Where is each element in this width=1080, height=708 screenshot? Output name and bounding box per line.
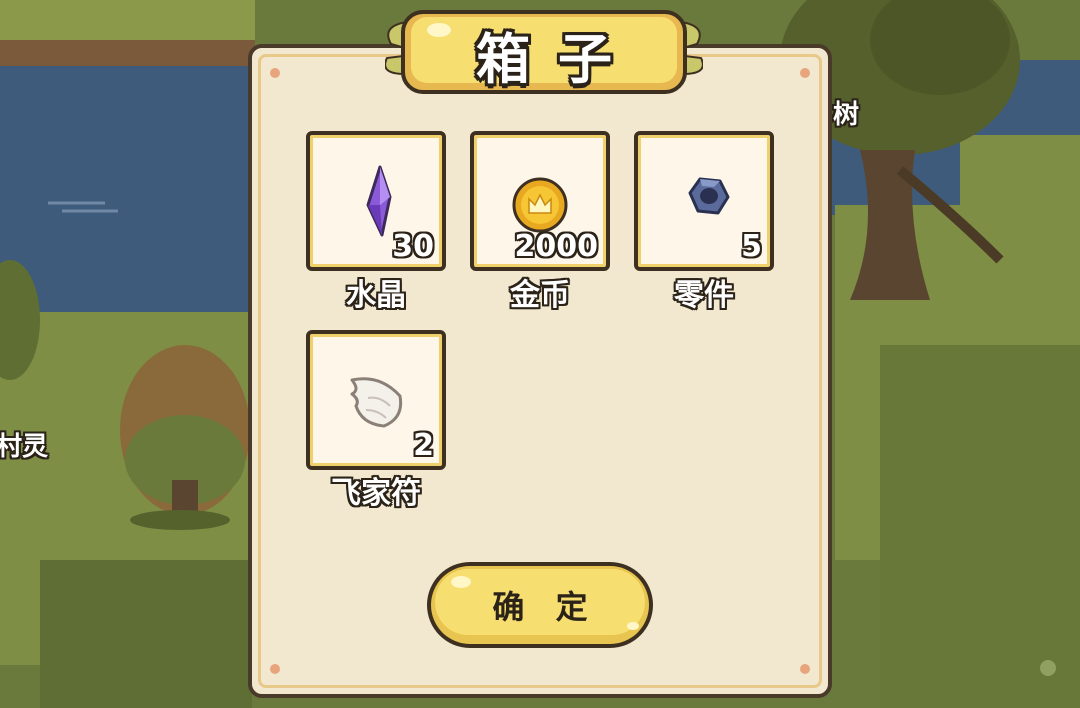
item-count: 2000 xyxy=(514,229,599,264)
confirm-button-label[interactable]: 确 定 xyxy=(425,560,655,650)
item-name: 水晶 xyxy=(346,278,406,313)
tree-name-label: 树 xyxy=(833,100,860,130)
item-name: 飞家符 xyxy=(331,476,421,511)
item-count: 2 xyxy=(413,428,434,463)
corner-dot xyxy=(800,68,810,78)
item-slot-gold-coin[interactable]: 2000 xyxy=(470,131,610,271)
corner-dot xyxy=(270,68,280,78)
dialog-title: 箱子 xyxy=(476,27,640,91)
corner-dot xyxy=(270,664,280,674)
corner-dot xyxy=(800,664,810,674)
item-slot-crystal[interactable]: 30 xyxy=(306,131,446,271)
npc-name-label: 村灵 xyxy=(0,432,49,462)
item-slot-hex-nut[interactable]: 5 xyxy=(634,131,774,271)
item-slot-wing[interactable]: 2 xyxy=(306,330,446,470)
item-name: 金币 xyxy=(510,278,570,313)
item-count: 5 xyxy=(741,229,762,264)
item-count: 30 xyxy=(392,229,434,264)
item-name: 零件 xyxy=(674,278,734,313)
